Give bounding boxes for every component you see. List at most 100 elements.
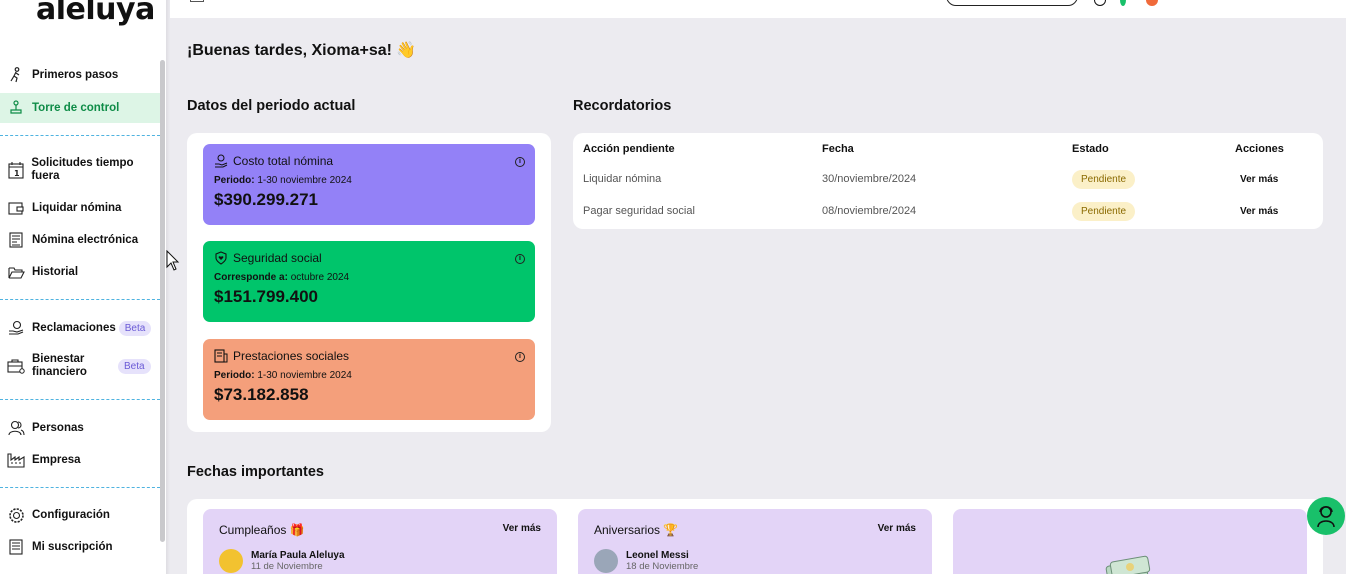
table-row: Pagar seguridad social 08/noviembre/2024…: [573, 195, 1323, 227]
sidebar-item-label: Solicitudes tiempo fuera: [31, 157, 134, 182]
important-dates-title: Fechas importantes: [187, 464, 324, 480]
kpi-prestaciones-sociales[interactable]: Prestaciones sociales i Periodo: 1-30 no…: [203, 339, 535, 420]
sidebar-divider: [0, 299, 160, 300]
sidebar-item-label: Mi suscripción: [32, 541, 113, 553]
shield-heart-icon: [215, 251, 227, 265]
person-date: 11 de Noviembre: [251, 561, 323, 572]
sidebar-item-configuracion[interactable]: Configuración: [0, 504, 160, 526]
hand-money-icon: [215, 154, 228, 168]
person-date: 18 de Noviembre: [626, 561, 699, 572]
action-cell: Pagar seguridad social: [583, 205, 695, 217]
sidebar-item-label: Historial: [32, 266, 79, 278]
reminders-title: Recordatorios: [573, 98, 672, 114]
column-header: Fecha: [822, 143, 854, 155]
kpi-period-value: octubre 2024: [290, 272, 350, 283]
ver-mas-link[interactable]: Ver más: [1240, 206, 1278, 217]
info-icon[interactable]: i: [515, 352, 525, 362]
top-search-pill[interactable]: [946, 0, 1078, 6]
column-header: Acción pendiente: [583, 143, 675, 155]
sidebar-item-empresa[interactable]: Empresa: [0, 449, 160, 471]
status-badge: Pendiente: [1072, 201, 1136, 221]
date-cell: 08/noviembre/2024: [822, 205, 917, 217]
table-row: Liquidar nómina 30/noviembre/2024 Pendie…: [573, 163, 1323, 195]
ver-mas-link[interactable]: Ver más: [878, 523, 916, 537]
sidebar-item-label: Liquidar nómina: [32, 202, 122, 214]
person-name: Leonel Messi: [626, 550, 689, 561]
sidebar-item-reclamaciones[interactable]: Reclamaciones Beta: [0, 317, 160, 339]
kpi-period-label: Periodo:: [214, 370, 255, 381]
briefcase-icon: [7, 357, 25, 375]
sidebar-divider: [0, 135, 160, 136]
kpi-title: Costo total nómina: [233, 154, 334, 168]
anniversary-title: Aniversarios 🏆: [594, 523, 679, 537]
sidebar-item-label: Empresa: [32, 454, 81, 466]
sidebar-scrollbar[interactable]: [160, 60, 165, 542]
sidebar-item-nomina-electronica[interactable]: Nómina electrónica: [0, 229, 160, 251]
gear-icon: [7, 506, 25, 524]
greeting: ¡Buenas tardes, Xioma+sa! 👋: [187, 42, 417, 59]
factory-icon: [7, 451, 25, 469]
help-chat-button[interactable]: [1307, 497, 1345, 535]
column-header: Acciones: [1235, 143, 1284, 155]
sidebar-item-bienestar-financiero[interactable]: Bienestar financiero Beta: [0, 351, 160, 381]
sidebar-item-label: Bienestar financiero: [32, 353, 87, 378]
sidebar-item-liquidar-nomina[interactable]: Liquidar nómina: [0, 197, 160, 219]
ver-mas-link[interactable]: Ver más: [1240, 174, 1278, 185]
menu-grid-icon[interactable]: [190, 0, 204, 2]
kpi-period-value: 1-30 noviembre 2024: [257, 370, 352, 381]
sidebar-item-primeros-pasos[interactable]: Primeros pasos: [0, 64, 160, 86]
sidebar-item-label: Configuración: [32, 509, 110, 521]
important-dates-card: Cumpleaños 🎁 Ver más María Paula Aleluya…: [187, 499, 1323, 574]
ver-mas-link[interactable]: Ver más: [503, 523, 541, 537]
receipt-icon: [214, 349, 228, 363]
anniversary-card: Aniversarios 🏆 Ver más Leonel Messi 18 d…: [578, 509, 932, 574]
hand-coin-icon: [7, 319, 25, 337]
sidebar-item-label: Personas: [32, 422, 84, 434]
people-icon: [7, 419, 25, 437]
status-badge: Pendiente: [1072, 169, 1136, 189]
sidebar-item-personas[interactable]: Personas: [0, 417, 160, 439]
avatar: [219, 549, 243, 573]
kpi-period-label: Periodo:: [214, 175, 255, 186]
action-cell: Liquidar nómina: [583, 173, 662, 185]
info-icon[interactable]: i: [515, 254, 525, 264]
reminders-table: Acción pendiente Fecha Estado Acciones L…: [573, 133, 1323, 227]
kpi-value: $151.799.400: [214, 287, 318, 306]
kpi-costo-total-nomina[interactable]: Costo total nómina i Periodo: 1-30 novie…: [203, 144, 535, 225]
sidebar-shadow: [166, 0, 170, 574]
receipt-icon: [7, 538, 25, 556]
birthday-title: Cumpleaños 🎁: [219, 523, 305, 537]
kpi-period-value: 1-30 noviembre 2024: [257, 175, 352, 186]
top-bar: [170, 0, 1346, 18]
sidebar-item-solicitudes[interactable]: 1 Solicitudes tiempo fuera: [0, 155, 160, 185]
avatar: [594, 549, 618, 573]
sidebar-item-label: Torre de control: [32, 102, 120, 114]
app-logo[interactable]: aleluya: [36, 0, 155, 27]
support-agent-icon: [1317, 506, 1335, 528]
stamp-icon: [7, 99, 25, 117]
sidebar-divider: [0, 487, 160, 488]
sidebar-item-historial[interactable]: Historial: [0, 261, 160, 283]
sidebar-item-torre-de-control[interactable]: Torre de control: [0, 93, 160, 123]
list-item: María Paula Aleluya 11 de Noviembre: [219, 549, 541, 573]
sidebar-item-mi-suscripcion[interactable]: Mi suscripción: [0, 536, 160, 558]
kpi-seguridad-social[interactable]: Seguridad social i Corresponde a: octubr…: [203, 241, 535, 322]
folder-icon: [7, 263, 25, 281]
sidebar-item-label: Nómina electrónica: [32, 234, 139, 246]
svg-text:1: 1: [14, 169, 20, 178]
column-header: Estado: [1072, 143, 1109, 155]
period-title: Datos del periodo actual: [187, 98, 356, 114]
money-stack-icon: [1105, 555, 1151, 574]
birthday-card: Cumpleaños 🎁 Ver más María Paula Aleluya…: [203, 509, 557, 574]
info-icon[interactable]: i: [515, 157, 525, 167]
sidebar: aleluya Primeros pasos Torre de control …: [0, 0, 166, 574]
kpi-period-label: Corresponde a:: [214, 272, 288, 283]
person-name: María Paula Aleluya: [251, 550, 345, 561]
sidebar-item-label: Primeros pasos: [32, 69, 119, 81]
mouse-cursor-icon: [166, 250, 180, 271]
table-header-row: Acción pendiente Fecha Estado Acciones: [573, 133, 1323, 163]
beta-badge: Beta: [118, 358, 151, 374]
kpi-title: Prestaciones sociales: [233, 349, 350, 363]
kpi-value: $73.182.858: [214, 385, 309, 404]
calendar-icon: 1: [7, 161, 24, 179]
